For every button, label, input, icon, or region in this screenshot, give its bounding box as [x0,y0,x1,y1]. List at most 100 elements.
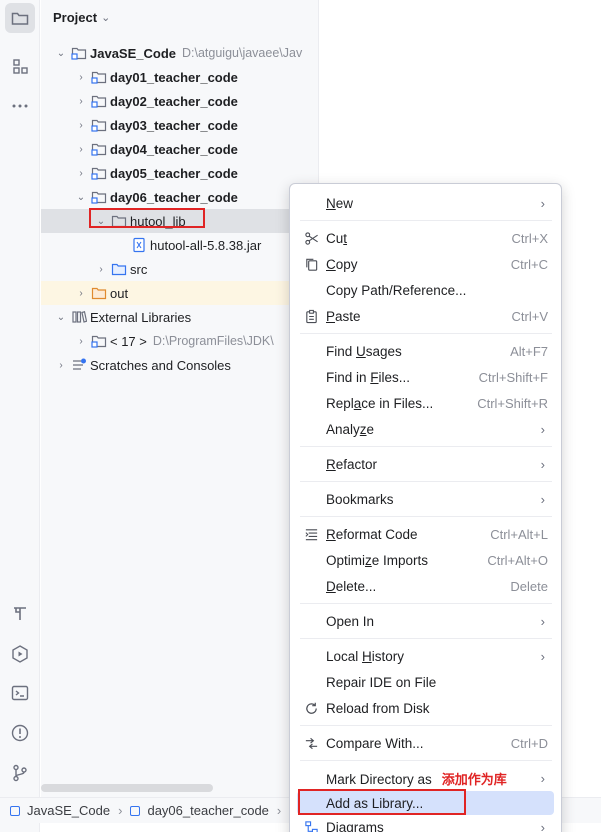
menu-item-copy[interactable]: Copy Ctrl+C [297,252,554,276]
label-part: Optimi [326,552,366,568]
menu-item-diagrams[interactable]: Diagrams › [297,815,554,832]
chevron-right-icon: › [118,803,123,818]
chevron-right-icon[interactable]: › [73,120,89,131]
mnemonic-char: t [343,230,348,246]
problems-icon[interactable] [5,718,35,748]
menu-separator [300,516,552,517]
menu-item-mark-directory-as[interactable]: Mark Directory as 添加作为库 › [297,766,554,790]
tree-node[interactable]: › day01_teacher_code [41,65,318,89]
shortcut-hint: Ctrl+V [511,308,548,324]
chevron-right-icon[interactable]: › [73,168,89,179]
tree-node[interactable]: › day04_teacher_code [41,137,318,161]
shortcut-hint: Ctrl+Alt+O [487,552,548,568]
tree-node[interactable]: hutool-all-5.8.38.jar [41,233,318,257]
label-part: opy [335,256,358,272]
chevron-down-icon[interactable]: ⌄ [53,48,69,59]
menu-item-cut[interactable]: Cut Ctrl+X [297,226,554,250]
chevron-right-icon[interactable]: › [53,360,69,371]
module-folder-icon [91,189,107,205]
menu-item-reformat-code[interactable]: Reformat Code Ctrl+Alt+L [297,522,554,546]
menu-item-bookmarks[interactable]: Bookmarks › [297,487,554,511]
menu-item-compare-with[interactable]: Compare With... Ctrl+D [297,731,554,755]
chevron-right-icon[interactable]: › [73,96,89,107]
chevron-right-icon[interactable]: › [73,144,89,155]
build-hammer-icon[interactable] [5,599,35,629]
label-part: Find [326,343,357,359]
chevron-right-icon[interactable]: › [73,336,89,347]
menu-item-open-in[interactable]: Open In › [297,609,554,633]
menu-item-find-in-files[interactable]: Find in Files... Ctrl+Shift+F [297,365,554,389]
tree-node-label: External Libraries [90,309,192,325]
menu-item-analyze[interactable]: Analyze › [297,417,554,441]
chevron-down-icon: ⌄ [101,11,111,24]
tree-node[interactable]: › out [41,281,318,305]
shortcut-hint: Ctrl+Shift+F [478,369,548,385]
menu-item-find-usages[interactable]: Find Usages Alt+F7 [297,339,554,363]
submenu-arrow-icon: › [540,456,545,472]
menu-separator [300,603,552,604]
menu-separator [300,446,552,447]
structure-icon[interactable] [5,52,35,82]
run-services-icon[interactable] [5,639,35,669]
label-part: Find in [326,369,371,385]
menu-item-refactor[interactable]: Refactor › [297,452,554,476]
menu-item-new[interactable]: New › [297,191,554,215]
menu-item-optimize-imports[interactable]: Optimize Imports Ctrl+Alt+O [297,548,554,572]
menu-item-replace-in-files[interactable]: Replace in Files... Ctrl+Shift+R [297,391,554,415]
compare-icon [303,735,319,751]
label-part: Local [326,648,363,664]
git-branch-icon[interactable] [5,758,35,788]
terminal-icon[interactable] [5,678,35,708]
chevron-down-icon[interactable]: ⌄ [53,312,69,323]
menu-item-paste[interactable]: Paste Ctrl+V [297,304,554,328]
tree-node[interactable]: › day05_teacher_code [41,161,318,185]
module-folder-icon [91,69,107,85]
breadcrumb-item[interactable]: JavaSE_Code [27,803,110,818]
menu-item-local-history[interactable]: Local History › [297,644,554,668]
tree-node[interactable]: ⌄ External Libraries [41,305,318,329]
menu-item-label: Delete... [326,579,376,594]
chevron-right-icon[interactable]: › [93,264,109,275]
tree-node[interactable]: ⌄ JavaSE_Code D:\atguigu\javaee\Jav [41,41,318,65]
menu-item-label: Copy Path/Reference... [326,283,466,298]
label-part: iles... [378,369,411,385]
module-icon [130,805,141,816]
shortcut-hint: Ctrl+Alt+L [490,526,548,542]
tree-node[interactable]: › day03_teacher_code [41,113,318,137]
mnemonic-char: R [326,456,336,472]
label-part: eformat Code [335,526,418,542]
horizontal-scrollbar[interactable] [41,784,213,792]
breadcrumb-item[interactable]: day06_teacher_code [147,803,268,818]
label-part: ew [335,195,354,211]
menu-item-reload-from-disk[interactable]: Reload from Disk [297,696,554,720]
chevron-down-icon[interactable]: ⌄ [73,192,89,203]
project-view-selector[interactable]: Project ⌄ [53,8,110,26]
menu-item-delete[interactable]: Delete... Delete [297,574,554,598]
excluded-folder-icon [91,285,107,301]
menu-item-label: Analyze [326,422,374,437]
source-folder-icon [111,261,127,277]
tree-node[interactable]: › Scratches and Consoles [41,353,318,377]
mnemonic-char: U [356,343,366,359]
chevron-right-icon[interactable]: › [73,288,89,299]
reformat-icon [303,526,319,542]
menu-item-label: Copy [326,257,358,272]
menu-item-copy-path-reference[interactable]: Copy Path/Reference... [297,278,554,302]
copy-icon [303,256,319,272]
scratches-icon [71,357,87,373]
module-icon [10,805,20,816]
menu-item-repair-ide-on-file[interactable]: Repair IDE on File [297,670,554,694]
chevron-right-icon[interactable]: › [73,72,89,83]
mnemonic-char: z [365,552,372,568]
tree-node[interactable]: › src [41,257,318,281]
tree-node[interactable]: › day02_teacher_code [41,89,318,113]
tree-node-label: day01_teacher_code [110,69,238,85]
tree-node-label: day03_teacher_code [110,117,238,133]
menu-item-label: Local History [326,649,404,664]
tree-node[interactable]: › < 17 > D:\ProgramFiles\JDK\ [41,329,318,353]
more-tools-icon[interactable] [5,91,35,121]
submenu-arrow-icon: › [540,491,545,507]
tree-node[interactable]: ⌄ day06_teacher_code [41,185,318,209]
tree-node-label: day06_teacher_code [110,189,238,205]
project-folder-icon[interactable] [5,3,35,33]
